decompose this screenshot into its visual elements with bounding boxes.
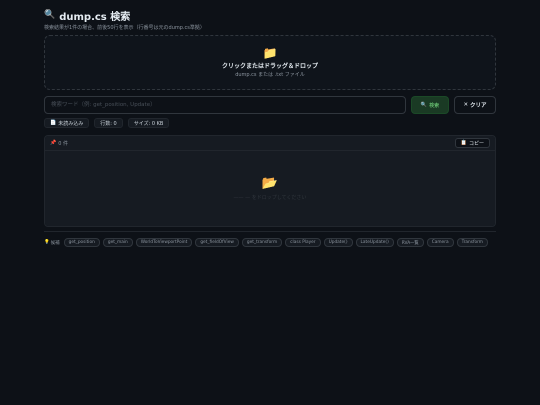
search-icon: 🔍 — [420, 102, 428, 108]
copy-button-label: コピー — [468, 140, 484, 147]
hint-chip[interactable]: WorldToViewportPoint — [135, 238, 193, 247]
line-count-label: 行数: 0 — [100, 120, 117, 127]
copy-button[interactable]: 📋 コピー — [454, 138, 490, 148]
hint-chips: 💡 候補 get_position get_main WorldToViewpo… — [44, 238, 496, 247]
folder-icon: 📁 — [262, 46, 278, 60]
pin-icon: 📌 — [50, 140, 57, 146]
hint-chip[interactable]: RVA一覧 — [396, 238, 424, 247]
hint-chip[interactable]: class Player — [285, 238, 321, 247]
close-icon: ✕ — [463, 102, 469, 108]
results-header: 📌 0 件 📋 コピー — [45, 136, 495, 151]
divider — [44, 231, 496, 232]
file-size-label: サイズ: 0 KB — [133, 120, 164, 127]
result-count: 📌 0 件 — [50, 140, 68, 147]
search-button[interactable]: 🔍 検索 — [411, 96, 449, 114]
hint-chip[interactable]: Camera — [426, 238, 454, 247]
results-empty-state: 📂 —— — をドロップしてください — [45, 151, 495, 226]
hint-chip[interactable]: Update() — [323, 238, 353, 247]
hint-chip[interactable]: get_transform — [241, 238, 283, 247]
clear-button-label: クリア — [470, 103, 487, 109]
header: 🔍 dump.cs 検索 検索結果が1件の場合、前後50行を表示（行番号は元のd… — [44, 8, 496, 31]
empty-message: —— — をドロップしてください — [233, 194, 307, 201]
search-icon: 🔍 — [44, 10, 56, 20]
hint-chip[interactable]: get_fieldOfView — [195, 238, 239, 247]
dropzone-subtitle: dump.cs または .txt ファイル — [235, 72, 305, 78]
page-title: 🔍 dump.cs 検索 — [44, 8, 496, 23]
stats-bar: 📄 未読み込み 行数: 0 サイズ: 0 KB — [44, 118, 170, 128]
hint-chip[interactable]: Transform — [456, 238, 488, 247]
clear-button[interactable]: ✕ クリア — [454, 96, 496, 114]
hint-chip[interactable]: get_position — [63, 238, 100, 247]
search-input[interactable] — [44, 96, 406, 114]
line-count-badge: 行数: 0 — [94, 118, 123, 128]
open-folder-icon: 📂 — [261, 175, 279, 191]
file-size-badge: サイズ: 0 KB — [127, 118, 170, 128]
page-title-text: dump.cs 検索 — [59, 11, 131, 23]
page-subtitle: 検索結果が1件の場合、前後50行を表示（行番号は元のdump.cs準拠） — [44, 25, 205, 31]
hint-label: 💡 候補 — [44, 240, 60, 246]
document-icon: 📄 — [50, 120, 57, 126]
hint-chip[interactable]: get_main — [102, 238, 133, 247]
search-button-label: 検索 — [429, 102, 440, 109]
result-count-label: 0 件 — [58, 140, 69, 147]
file-status-badge: 📄 未読み込み — [44, 118, 90, 128]
dropzone-title: クリックまたはドラッグ＆ドロップ — [221, 63, 318, 70]
file-dropzone[interactable]: 📁 クリックまたはドラッグ＆ドロップ dump.cs または .txt ファイル — [44, 35, 496, 90]
hint-label-text: 候補 — [50, 240, 60, 246]
search-row: 🔍 検索 ✕ クリア — [44, 96, 496, 114]
lightbulb-icon: 💡 — [44, 240, 50, 245]
results-panel: 📌 0 件 📋 コピー 📂 —— — をドロップしてください — [44, 135, 496, 227]
file-status-label: 未読み込み — [58, 120, 84, 127]
clipboard-icon: 📋 — [460, 140, 467, 146]
hint-chip[interactable]: LateUpdate() — [355, 238, 394, 247]
